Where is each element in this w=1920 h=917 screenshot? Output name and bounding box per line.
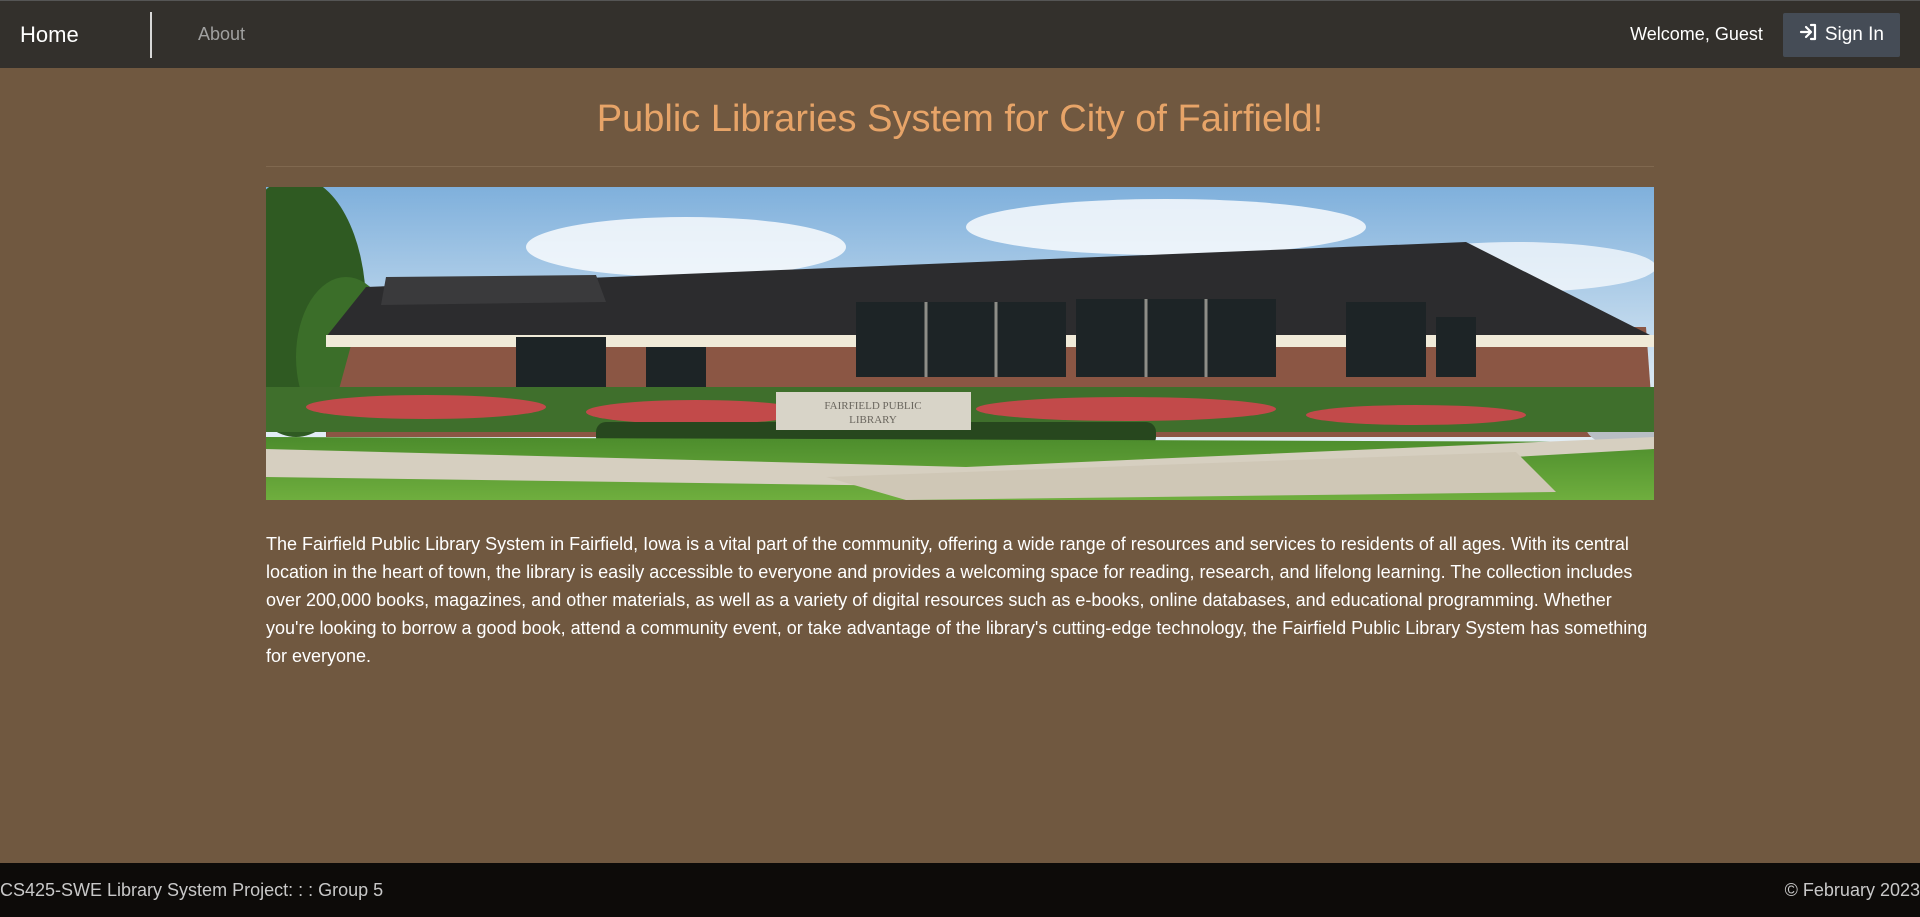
sign-in-button[interactable]: Sign In bbox=[1782, 12, 1900, 57]
footer-copyright: © February 2023 bbox=[1784, 879, 1920, 900]
svg-text:LIBRARY: LIBRARY bbox=[849, 414, 897, 426]
nav-divider bbox=[150, 11, 152, 58]
top-navbar: Home About Welcome, Guest Sign In bbox=[0, 0, 1920, 68]
library-hero-image: FAIRFIELD PUBLIC LIBRARY bbox=[266, 187, 1654, 500]
page-footer: CS425-SWE Library System Project: : : Gr… bbox=[0, 863, 1920, 917]
sign-in-label: Sign In bbox=[1824, 23, 1884, 45]
sign-in-icon bbox=[1799, 22, 1819, 48]
title-divider bbox=[266, 166, 1654, 167]
svg-text:FAIRFIELD PUBLIC: FAIRFIELD PUBLIC bbox=[824, 400, 921, 412]
welcome-text: Welcome, Guest bbox=[1630, 24, 1763, 44]
main-content: Public Libraries System for City of Fair… bbox=[266, 68, 1654, 670]
page-title: Public Libraries System for City of Fair… bbox=[596, 98, 1324, 140]
footer-project-text: CS425-SWE Library System Project: : : Gr… bbox=[0, 879, 384, 900]
nav-right-group: Welcome, Guest Sign In bbox=[1630, 1, 1920, 68]
library-description: The Fairfield Public Library System in F… bbox=[266, 534, 1648, 666]
nav-about-link[interactable]: About bbox=[198, 24, 245, 45]
nav-home-link[interactable]: Home bbox=[20, 22, 150, 48]
